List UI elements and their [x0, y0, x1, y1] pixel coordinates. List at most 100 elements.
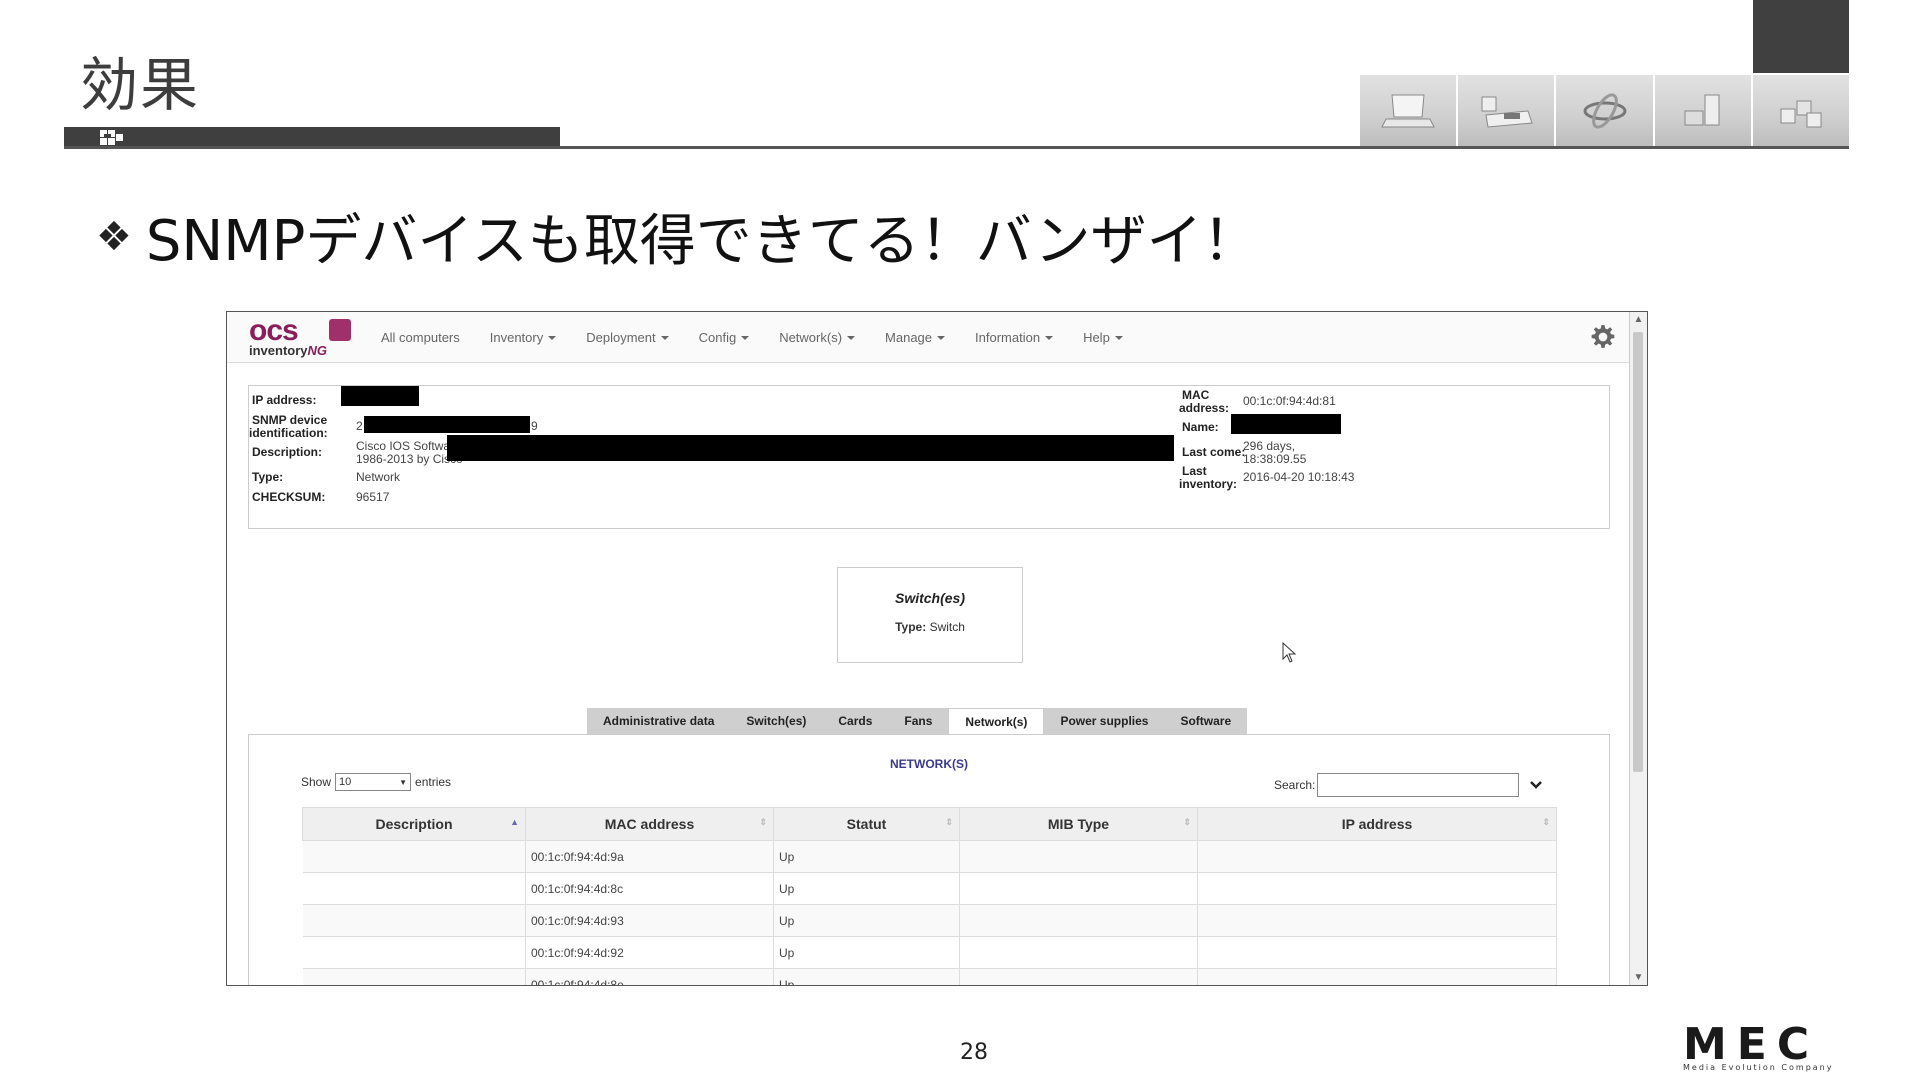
checksum-label: CHECKSUM:: [252, 490, 326, 504]
cell-mib: [959, 840, 1198, 873]
cell-mac: 00:1c:0f:94:4d:9a: [525, 840, 774, 873]
sort-icon: ⇕: [759, 817, 767, 827]
scroll-down-icon[interactable]: ▼: [1630, 972, 1647, 983]
header-bar: [64, 127, 560, 147]
cell-ip: [1197, 840, 1557, 873]
chevron-down-icon[interactable]: [1529, 778, 1543, 792]
vertical-scrollbar[interactable]: ▲ ▼: [1629, 312, 1647, 985]
type-label: Type:: [252, 470, 284, 484]
tab-switches[interactable]: Switch(es): [730, 708, 823, 734]
bullet-text: SNMPデバイスも取得できてる！バンザイ！: [145, 209, 1259, 274]
nav-all-computers[interactable]: All computers: [381, 330, 460, 345]
tab-fans[interactable]: Fans: [888, 708, 949, 734]
nav-information[interactable]: Information: [975, 330, 1054, 345]
nav-deployment[interactable]: Deployment: [586, 330, 669, 345]
name-label: Name:: [1182, 420, 1219, 434]
mac-value: 00:1c:0f:94:4d:81: [1243, 394, 1336, 408]
ocs-logo[interactable]: ocs inventoryNG: [249, 316, 353, 358]
col-description[interactable]: Description ▲: [302, 807, 526, 841]
header-rule: [64, 146, 1849, 149]
type-value: Network: [356, 470, 401, 484]
last-come-line1: 296 days,: [1243, 439, 1296, 453]
cell-statut: Up: [773, 968, 960, 985]
ocs-screenshot: ocs inventoryNG All computers Inventory …: [226, 311, 1648, 986]
table-row: 00:1c:0f:94:4d:8c Up: [302, 872, 1557, 905]
cell-statut: Up: [773, 840, 960, 873]
network-devices-icon: [1456, 75, 1555, 146]
ocs-logo-sub: inventoryNG: [249, 343, 328, 358]
search-label: Search:: [1274, 778, 1316, 792]
cell-statut: Up: [773, 936, 960, 969]
cell-statut: Up: [773, 904, 960, 937]
caret-down-icon: [847, 336, 856, 341]
house-icon: [329, 319, 351, 341]
scrollbar-thumb[interactable]: [1633, 332, 1643, 772]
cell-description: [302, 904, 526, 937]
col-statut[interactable]: Statut ⇕: [773, 807, 960, 841]
cell-mac: 00:1c:0f:94:4d:93: [525, 904, 774, 937]
gear-icon[interactable]: [1590, 324, 1616, 350]
nav-networks[interactable]: Network(s): [779, 330, 856, 345]
device-type-card: Switch(es) Type: Switch: [837, 567, 1023, 663]
search-input[interactable]: [1317, 773, 1520, 797]
networks-table: Description ▲ MAC address ⇕ Statut ⇕ MIB Ty…: [302, 807, 1557, 985]
card-title: Switch(es): [894, 590, 965, 606]
col-mac-address[interactable]: MAC address ⇕: [525, 807, 774, 841]
cell-mac: 00:1c:0f:94:4d:8e: [525, 968, 774, 985]
nav-config[interactable]: Config: [699, 330, 750, 345]
ocs-navbar: ocs inventoryNG All computers Inventory …: [227, 312, 1630, 363]
cubes-icon: [1750, 75, 1850, 146]
mac-label-1: MAC: [1182, 388, 1210, 402]
ip-label: IP address:: [252, 393, 317, 407]
mac-label-2: address:: [1179, 401, 1230, 415]
scroll-up-icon[interactable]: ▲: [1630, 314, 1647, 325]
networks-panel: NETWORK(S) Show 10 ▼ entries Search: Des…: [248, 734, 1610, 985]
show-label: Show: [301, 775, 332, 789]
col-ip-address[interactable]: IP address ⇕: [1197, 807, 1557, 841]
cell-description: [302, 968, 526, 985]
cell-description: [302, 840, 526, 873]
snmp-value-suffix: 9: [531, 419, 538, 433]
last-inventory-label-1: Last: [1182, 464, 1207, 478]
cell-mac: 00:1c:0f:94:4d:8c: [525, 872, 774, 905]
detail-tabs: Administrative data Switch(es) Cards Fan…: [587, 708, 1248, 734]
mec-logo: MEC Media Evolution Company: [1683, 1023, 1853, 1075]
last-inventory-label-2: inventory:: [1179, 477, 1238, 491]
cell-mib: [959, 936, 1198, 969]
checksum-value: 96517: [356, 490, 390, 504]
cell-mac: 00:1c:0f:94:4d:92: [525, 936, 774, 969]
bullet-marker: ❖: [96, 213, 132, 260]
table-row: 00:1c:0f:94:4d:92 Up: [302, 936, 1557, 969]
sort-icon: ⇕: [1183, 817, 1191, 827]
corner-block: [1753, 0, 1849, 73]
caret-down-icon: [548, 336, 557, 341]
nav-manage[interactable]: Manage: [885, 330, 946, 345]
col-mib-type[interactable]: MIB Type ⇕: [959, 807, 1198, 841]
description-label: Description:: [252, 445, 323, 459]
caret-down-icon: [741, 336, 750, 341]
tab-administrative-data[interactable]: Administrative data: [587, 708, 731, 734]
nav-help[interactable]: Help: [1083, 330, 1123, 345]
tab-cards[interactable]: Cards: [822, 708, 889, 734]
sort-asc-icon: ▲: [510, 817, 519, 827]
mec-logo-tagline: Media Evolution Company: [1683, 1063, 1834, 1072]
slide-title: 効果: [80, 51, 201, 119]
last-inventory-value: 2016-04-20 10:18:43: [1243, 470, 1355, 484]
nav-inventory[interactable]: Inventory: [490, 330, 557, 345]
tab-software[interactable]: Software: [1164, 708, 1248, 734]
device-details: IP address: SNMP device identification: …: [248, 385, 1610, 529]
search-control: Search:: [1274, 773, 1543, 797]
cell-ip: [1197, 872, 1557, 905]
header-icon-strip: [1358, 75, 1850, 146]
caret-down-icon: [1114, 336, 1123, 341]
tab-networks[interactable]: Network(s): [948, 708, 1045, 734]
cell-ip: [1197, 936, 1557, 969]
cell-statut: Up: [773, 872, 960, 905]
show-entries-control: Show 10 ▼ entries: [301, 773, 451, 791]
cell-mib: [959, 968, 1198, 985]
nav-menu: All computers Inventory Deployment Confi…: [381, 330, 1153, 345]
tab-power-supplies[interactable]: Power supplies: [1044, 708, 1165, 734]
cell-mib: [959, 872, 1198, 905]
page-size-value: 10: [339, 776, 352, 788]
page-size-select[interactable]: 10 ▼: [335, 773, 412, 791]
